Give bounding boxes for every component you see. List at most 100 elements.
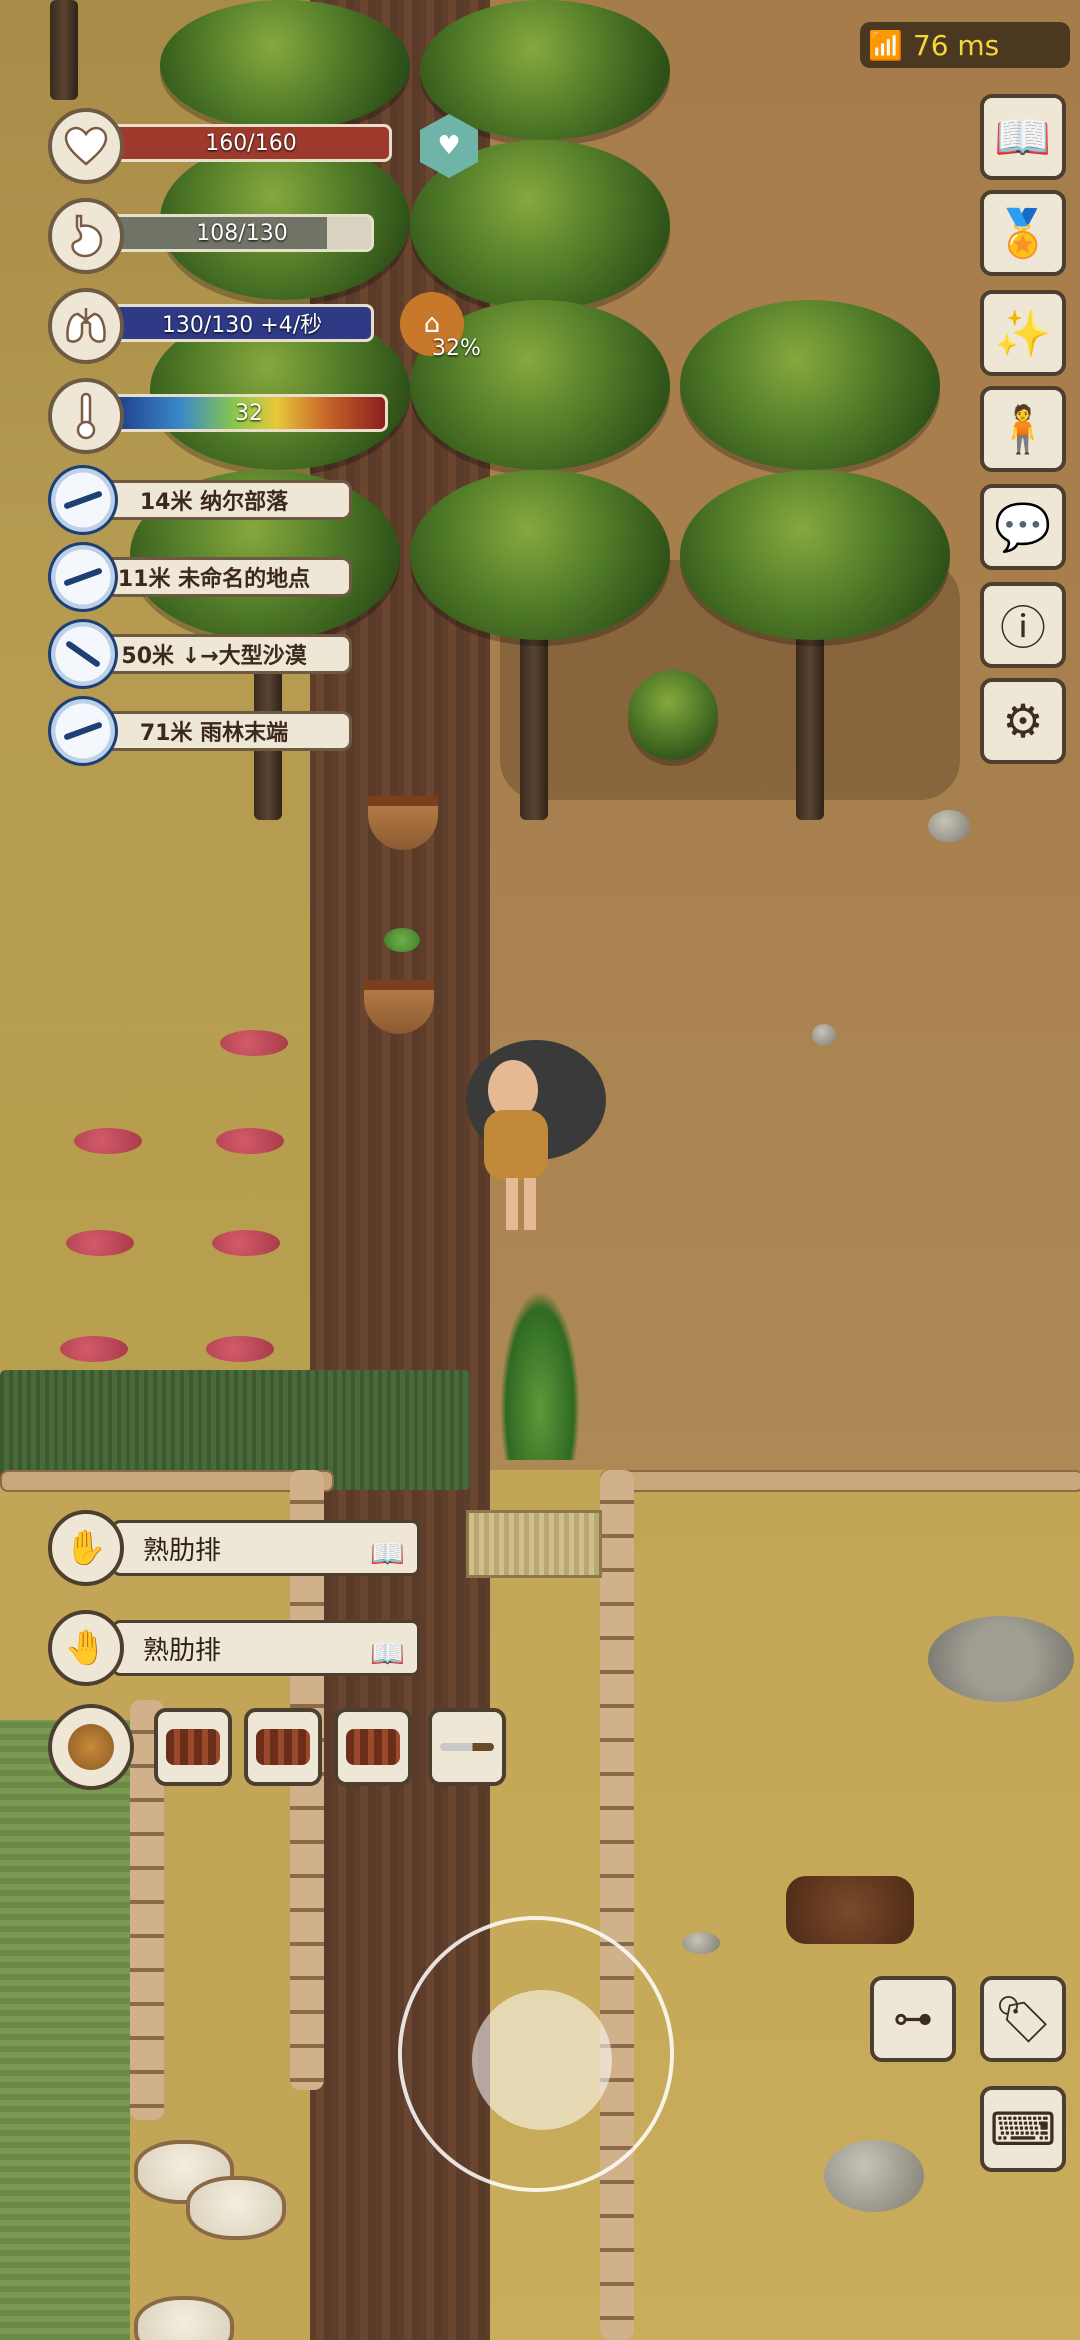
ping-text: 76 ms [912, 28, 1000, 62]
tree[interactable] [410, 470, 670, 640]
settings-button[interactable]: ⚙ [980, 678, 1066, 764]
left-hand-icon: ✋ [48, 1510, 124, 1586]
character-leg [506, 1178, 518, 1230]
right-hand-slot[interactable]: 熟肋排 📖 🤚 [48, 1610, 424, 1686]
leather-bag[interactable] [786, 1876, 914, 1944]
raw-meat[interactable] [206, 1336, 274, 1362]
tree[interactable] [680, 300, 940, 470]
raw-meat[interactable] [66, 1230, 134, 1256]
tree[interactable] [160, 0, 410, 130]
chat-bubble-icon: 💬 [994, 499, 1052, 554]
compass-needle [64, 640, 102, 668]
compass-icon [48, 696, 118, 766]
destination-label: 71米 雨林末端 [139, 721, 289, 746]
achievements-button[interactable]: 🏅 [980, 190, 1066, 276]
tech-tree-button[interactable]: ⊶ [870, 1976, 956, 2062]
boulder[interactable] [824, 2140, 924, 2212]
compass-icon [48, 542, 118, 612]
left-hand-label-box[interactable]: 熟肋排 📖 [112, 1520, 420, 1576]
leaf[interactable] [384, 928, 420, 952]
compass-needle [63, 567, 103, 587]
clay-pot[interactable] [134, 2296, 234, 2340]
temperature-bar: 32 [110, 394, 388, 432]
medal-icon: 🏅 [994, 205, 1052, 260]
stone[interactable] [682, 1932, 720, 1954]
inventory-slot[interactable] [244, 1708, 322, 1786]
raw-meat[interactable] [212, 1230, 280, 1256]
fence[interactable] [0, 1470, 334, 1492]
keyboard-button[interactable]: ⌨ [980, 2086, 1066, 2172]
sparkle-hands-icon: ✨ [994, 305, 1052, 360]
joystick-knob[interactable] [472, 1990, 612, 2130]
keyboard-icon: ⌨ [989, 2102, 1057, 2156]
backpack-button[interactable] [48, 1704, 134, 1790]
lungs-icon [48, 288, 124, 364]
compass-needle [63, 721, 103, 741]
grass-rows [0, 1720, 130, 2340]
compass-icon [48, 619, 118, 689]
lungs-status-text: 32% [432, 336, 481, 361]
raw-meat[interactable] [220, 1030, 288, 1056]
farm-field [490, 1470, 1080, 2340]
info-button[interactable]: ⓘ [980, 582, 1066, 668]
gear-icon: ⚙ [1002, 694, 1044, 748]
tree[interactable] [680, 470, 950, 640]
inventory-slot[interactable] [428, 1708, 506, 1786]
raw-meat[interactable] [216, 1128, 284, 1154]
tag-icon: 🏷 [993, 1991, 1053, 2046]
backpack-icon [68, 1724, 114, 1770]
character-body [484, 1110, 548, 1180]
destination-label: 11米 未命名的地点 [117, 567, 311, 592]
tag-button[interactable]: 🏷 [980, 1976, 1066, 2062]
book-button[interactable]: 📖 [980, 94, 1066, 180]
skills-button[interactable]: ✨ [980, 290, 1066, 376]
character-upgrade-icon: 🧍 [994, 401, 1052, 456]
roasted-ribs-icon [346, 1729, 400, 1765]
fence[interactable] [600, 1470, 1080, 1492]
health-bar: 160/160 [110, 124, 392, 162]
clay-pot[interactable] [186, 2176, 286, 2240]
heart-icon [48, 108, 124, 184]
right-hand-item: 熟肋排 [143, 1635, 222, 1666]
destination-label: 50米 ↓→大型沙漠 [121, 644, 307, 669]
wifi-icon: 📶 [868, 28, 903, 62]
info-icon: ⓘ [1000, 601, 1046, 655]
compass-icon [48, 465, 118, 535]
book-icon: 📖 [994, 109, 1052, 164]
tree-trunk [50, 0, 78, 100]
bush[interactable] [628, 670, 718, 760]
hierarchy-icon: ⊶ [893, 1996, 933, 2042]
left-hand-slot[interactable]: 熟肋排 📖 ✋ [48, 1510, 424, 1586]
player-character[interactable] [466, 1040, 606, 1230]
fence-post-row[interactable] [600, 1470, 634, 2340]
left-hand-item: 熟肋排 [143, 1535, 222, 1566]
millstone[interactable] [928, 1616, 1074, 1702]
character-leg [524, 1178, 536, 1230]
stomach-icon [48, 198, 124, 274]
stone[interactable] [928, 810, 970, 842]
stone[interactable] [812, 1024, 836, 1046]
inventory-slot[interactable] [154, 1708, 232, 1786]
inventory-slot[interactable] [334, 1708, 412, 1786]
health-text: 160/160 [205, 130, 297, 156]
thermometer-icon [48, 378, 124, 454]
hunger-text: 108/130 [196, 220, 288, 246]
roasted-ribs-icon [256, 1729, 310, 1765]
hunger-bar: 108/130 [110, 214, 374, 252]
chat-button[interactable]: 💬 [980, 484, 1066, 570]
raw-meat[interactable] [60, 1336, 128, 1362]
right-hand-icon: 🤚 [48, 1610, 124, 1686]
raw-meat[interactable] [74, 1128, 142, 1154]
temperature-text: 32 [235, 400, 263, 426]
stamina-text: 130/130 +4/秒 [161, 313, 323, 338]
recipe-book-icon[interactable]: 📖 [370, 1637, 405, 1670]
movement-joystick[interactable] [398, 1916, 674, 2192]
compass-needle [63, 490, 103, 510]
plant[interactable] [500, 1290, 580, 1460]
character-button[interactable]: 🧍 [980, 386, 1066, 472]
knife-icon [440, 1743, 494, 1751]
reed-mat[interactable] [466, 1510, 602, 1578]
right-hand-label-box[interactable]: 熟肋排 📖 [112, 1620, 420, 1676]
stamina-bar: 130/130 +4/秒 [110, 304, 374, 342]
recipe-book-icon[interactable]: 📖 [370, 1537, 405, 1570]
